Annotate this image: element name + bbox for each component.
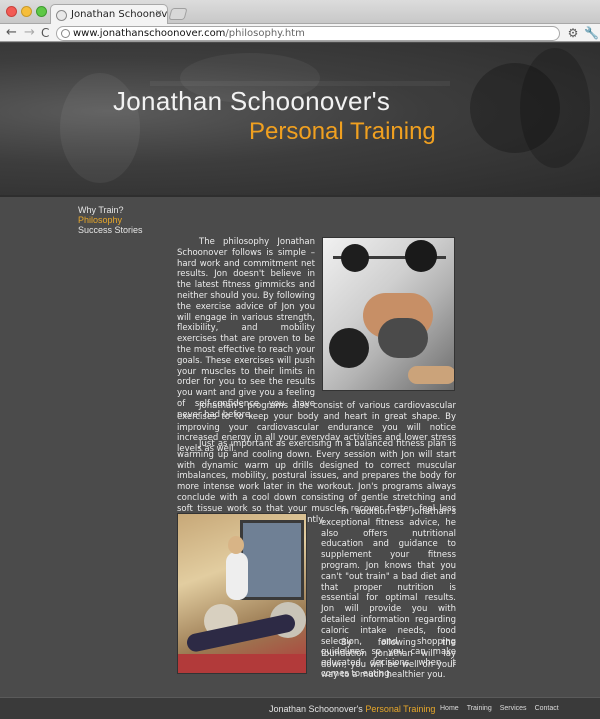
woman-head-shape (228, 536, 244, 554)
page-content: Why Train? Philosophy Success Stories Th… (0, 197, 600, 697)
zoom-window-button[interactable] (36, 6, 47, 17)
weight-plate-shape (405, 240, 437, 272)
address-bar[interactable]: www.jonathanschoonover.com/philosophy.ht… (56, 26, 560, 41)
sub-navigation: Why Train? Philosophy Success Stories (78, 205, 143, 235)
footer-logo[interactable]: Jonathan Schoonover's Personal Training (269, 704, 435, 714)
site-header: Jonathan Schoonover's Personal Training … (0, 43, 600, 195)
header-photo-plate-stack (520, 48, 590, 168)
favicon-icon (56, 10, 67, 21)
weight-plate-shape (329, 328, 369, 368)
footer-link-training[interactable]: Training (467, 705, 492, 712)
minimize-window-button[interactable] (21, 6, 32, 17)
new-tab-button[interactable] (168, 8, 188, 20)
wrench-icon[interactable]: 🔧 (584, 26, 599, 40)
subnav-item-success-stories[interactable]: Success Stories (78, 225, 143, 235)
site-logo-name[interactable]: Jonathan Schoonover's (113, 86, 390, 117)
window-shape (240, 520, 304, 600)
trainer-arm-shape (408, 366, 454, 384)
footer-logo-tagline: Personal Training (365, 704, 436, 714)
woman-torso-shape (226, 552, 248, 600)
lifter-shirt-shape (378, 318, 428, 358)
footer-nav: Home Training Services Contact (440, 705, 559, 712)
site-footer: Jonathan Schoonover's Personal Training … (0, 697, 600, 719)
back-arrow-icon[interactable]: ← (6, 25, 17, 41)
reload-icon[interactable]: C (41, 25, 49, 41)
footer-link-services[interactable]: Services (500, 705, 527, 712)
philosophy-paragraph-1: The philosophy Jonathan Schoonover follo… (177, 237, 315, 420)
forward-arrow-icon[interactable]: → (24, 25, 35, 41)
woman-legs-shape (185, 612, 297, 654)
footer-logo-name: Jonathan Schoonover's (269, 704, 363, 714)
browser-tab-bar: Jonathan Schoonover Perso × (0, 0, 600, 25)
bench-press-photo (322, 237, 455, 391)
browser-tab[interactable]: Jonathan Schoonover Perso × (50, 4, 168, 25)
weight-plate-shape (341, 244, 369, 272)
philosophy-paragraph-5: By following the foundation Jonathan wil… (321, 638, 456, 681)
browser-toolbar: ← → C www.jonathanschoonover.com/philoso… (0, 24, 600, 42)
tab-close-icon[interactable]: × (155, 8, 163, 19)
footer-link-home[interactable]: Home (440, 705, 459, 712)
stretching-photo (177, 513, 307, 674)
url-domain: www.jonathanschoonover.com (73, 28, 226, 39)
subnav-item-why-train[interactable]: Why Train? (78, 205, 143, 215)
tab-title: Jonathan Schoonover Perso (71, 9, 168, 20)
subnav-item-philosophy[interactable]: Philosophy (78, 215, 143, 225)
globe-icon (61, 29, 70, 38)
close-window-button[interactable] (6, 6, 17, 17)
url-path: /philosophy.htm (225, 28, 305, 39)
page-menu-icon[interactable]: ⚙ (566, 26, 580, 40)
yoga-mat-shape (178, 654, 306, 673)
footer-link-contact[interactable]: Contact (535, 705, 559, 712)
site-logo-tagline[interactable]: Personal Training (249, 118, 436, 146)
